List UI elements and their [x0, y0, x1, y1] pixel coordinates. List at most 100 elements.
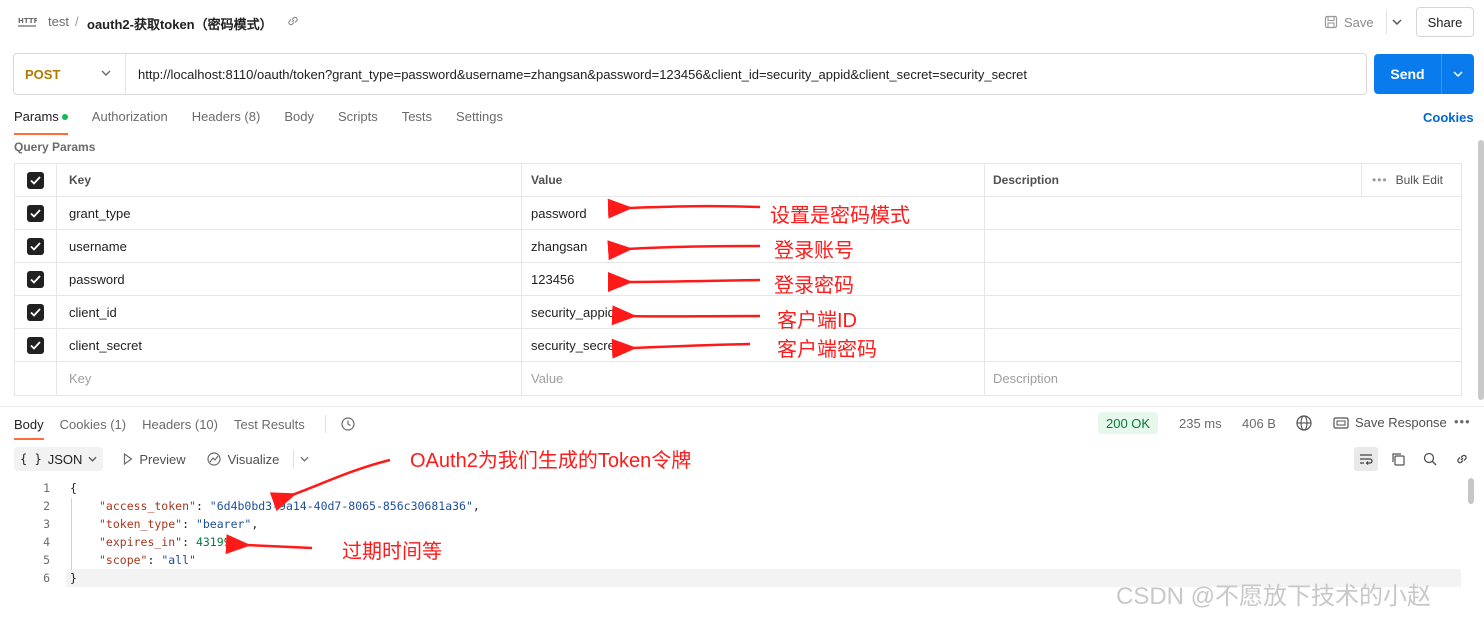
- row-checkbox[interactable]: [27, 237, 44, 255]
- method-select[interactable]: POST: [14, 54, 126, 94]
- save-response-icon: [1333, 416, 1349, 429]
- history-icon[interactable]: [324, 415, 356, 433]
- new-key-input[interactable]: Key: [57, 362, 522, 395]
- annotation-grant-type: 设置是密码模式: [770, 205, 910, 227]
- search-icon[interactable]: [1418, 447, 1442, 471]
- tab-scripts[interactable]: Scripts: [338, 109, 378, 133]
- share-button[interactable]: Share: [1416, 7, 1474, 37]
- annotation-password: 登录密码: [774, 275, 854, 297]
- save-button[interactable]: Save: [1324, 10, 1374, 34]
- visualize-label: Visualize: [227, 451, 280, 467]
- param-key-cell[interactable]: client_secret: [57, 329, 522, 361]
- checkmark-icon: [30, 307, 41, 317]
- empty-checkbox-cell: [15, 362, 57, 395]
- table-row: password 123456: [15, 263, 1461, 296]
- status-badge[interactable]: 200 OK: [1098, 412, 1159, 434]
- param-description-cell[interactable]: [985, 263, 1461, 295]
- page-scrollbar[interactable]: [1478, 140, 1484, 400]
- annotation-client-id: 客户端ID: [777, 310, 857, 332]
- format-select[interactable]: { } JSON: [14, 447, 104, 471]
- link-icon[interactable]: [1450, 447, 1474, 471]
- tab-body[interactable]: Body: [284, 109, 314, 133]
- row-checkbox[interactable]: [27, 204, 44, 222]
- tab-tests[interactable]: Tests: [402, 109, 432, 133]
- cookies-link[interactable]: Cookies: [1423, 110, 1474, 125]
- param-value-cell[interactable]: security_secret: [522, 329, 985, 361]
- line-number: 2: [43, 499, 50, 513]
- play-icon: [124, 453, 133, 465]
- chevron-down-icon: [1392, 19, 1401, 25]
- row-checkbox-cell: [15, 230, 57, 262]
- response-tab-headers[interactable]: Headers (10): [142, 417, 218, 432]
- param-description-cell[interactable]: [985, 296, 1461, 328]
- checkmark-icon: [30, 340, 41, 350]
- json-number: 43199: [195, 535, 231, 549]
- param-key-cell[interactable]: username: [57, 230, 522, 262]
- url-input[interactable]: http://localhost:8110/oauth/token?grant_…: [126, 67, 1027, 82]
- tab-headers[interactable]: Headers (8): [192, 109, 261, 133]
- http-request-icon: HTTP: [18, 17, 37, 27]
- param-value-cell[interactable]: zhangsan: [522, 230, 985, 262]
- json-key: "scope": [99, 553, 148, 567]
- wrap-lines-icon[interactable]: [1354, 447, 1378, 471]
- chevron-down-icon: [101, 70, 111, 76]
- visualize-options-button[interactable]: [293, 450, 309, 468]
- save-label: Save: [1344, 14, 1374, 30]
- more-options-icon[interactable]: •••: [1454, 414, 1471, 429]
- globe-icon[interactable]: [1295, 414, 1313, 432]
- column-header-description: Description ••• Bulk Edit: [985, 164, 1461, 196]
- tab-settings[interactable]: Settings: [456, 109, 503, 133]
- response-tab-cookies[interactable]: Cookies (1): [60, 417, 126, 432]
- tab-authorization[interactable]: Authorization: [92, 109, 168, 133]
- json-string: "6d4b0bd3-9a14-40d7-8065-856c30681a36": [209, 499, 473, 513]
- watermark: CSDN @不愿放下技术的小赵: [1116, 583, 1432, 610]
- tab-params-label: Params: [14, 109, 59, 124]
- editor-scrollbar[interactable]: [1468, 478, 1474, 504]
- select-all-checkbox[interactable]: [27, 171, 44, 189]
- param-key-cell[interactable]: client_id: [57, 296, 522, 328]
- row-checkbox[interactable]: [27, 270, 44, 288]
- param-value-cell[interactable]: password: [522, 197, 985, 229]
- visualize-button[interactable]: Visualize: [206, 450, 310, 468]
- send-label: Send: [1390, 66, 1425, 82]
- bulk-edit-label: Bulk Edit: [1395, 173, 1443, 187]
- row-checkbox-cell: [15, 329, 57, 361]
- row-checkbox[interactable]: [27, 303, 44, 321]
- param-key-cell[interactable]: password: [57, 263, 522, 295]
- save-response-button[interactable]: Save Response: [1333, 415, 1447, 430]
- send-options-button[interactable]: [1442, 71, 1474, 77]
- link-icon[interactable]: [286, 14, 300, 28]
- annotation-token: OAuth2为我们生成的Token令牌: [410, 450, 692, 472]
- param-key-cell[interactable]: grant_type: [57, 197, 522, 229]
- param-description-cell[interactable]: [985, 329, 1461, 361]
- response-tab-body[interactable]: Body: [14, 417, 44, 440]
- copy-icon[interactable]: [1386, 447, 1410, 471]
- code-line: 3 "token_type": "bearer",: [0, 515, 1460, 533]
- save-options-button[interactable]: [1386, 10, 1406, 34]
- preview-button[interactable]: Preview: [123, 452, 186, 467]
- bulk-edit-button[interactable]: ••• Bulk Edit: [1361, 164, 1461, 196]
- line-number: 5: [43, 553, 50, 567]
- annotation-client-secret: 客户端密码: [777, 339, 877, 361]
- param-value-cell[interactable]: 123456: [522, 263, 985, 295]
- response-tab-test-results[interactable]: Test Results: [234, 417, 305, 432]
- code-line: 1 {: [0, 479, 1460, 497]
- response-time[interactable]: 235 ms: [1179, 416, 1222, 431]
- response-size[interactable]: 406 B: [1242, 416, 1276, 431]
- column-header-value: Value: [522, 164, 985, 196]
- line-number: 3: [43, 517, 50, 531]
- svg-text:HTTP: HTTP: [18, 17, 37, 25]
- param-description-cell[interactable]: [985, 197, 1461, 229]
- new-value-input[interactable]: Value: [522, 362, 985, 395]
- new-description-input[interactable]: Description: [985, 362, 1461, 395]
- response-body-editor[interactable]: 1 { 2 "access_token": "6d4b0bd3-9a14-40d…: [0, 478, 1470, 588]
- request-title[interactable]: oauth2-获取token（密码模式）: [87, 14, 273, 33]
- annotation-expires: 过期时间等: [342, 541, 442, 563]
- tab-params[interactable]: Params: [14, 109, 68, 135]
- query-params-title: Query Params: [14, 140, 96, 154]
- breadcrumb-collection[interactable]: test: [48, 14, 69, 29]
- row-checkbox[interactable]: [27, 336, 44, 354]
- param-value-cell[interactable]: security_appid: [522, 296, 985, 328]
- send-button[interactable]: Send: [1374, 54, 1474, 94]
- param-description-cell[interactable]: [985, 230, 1461, 262]
